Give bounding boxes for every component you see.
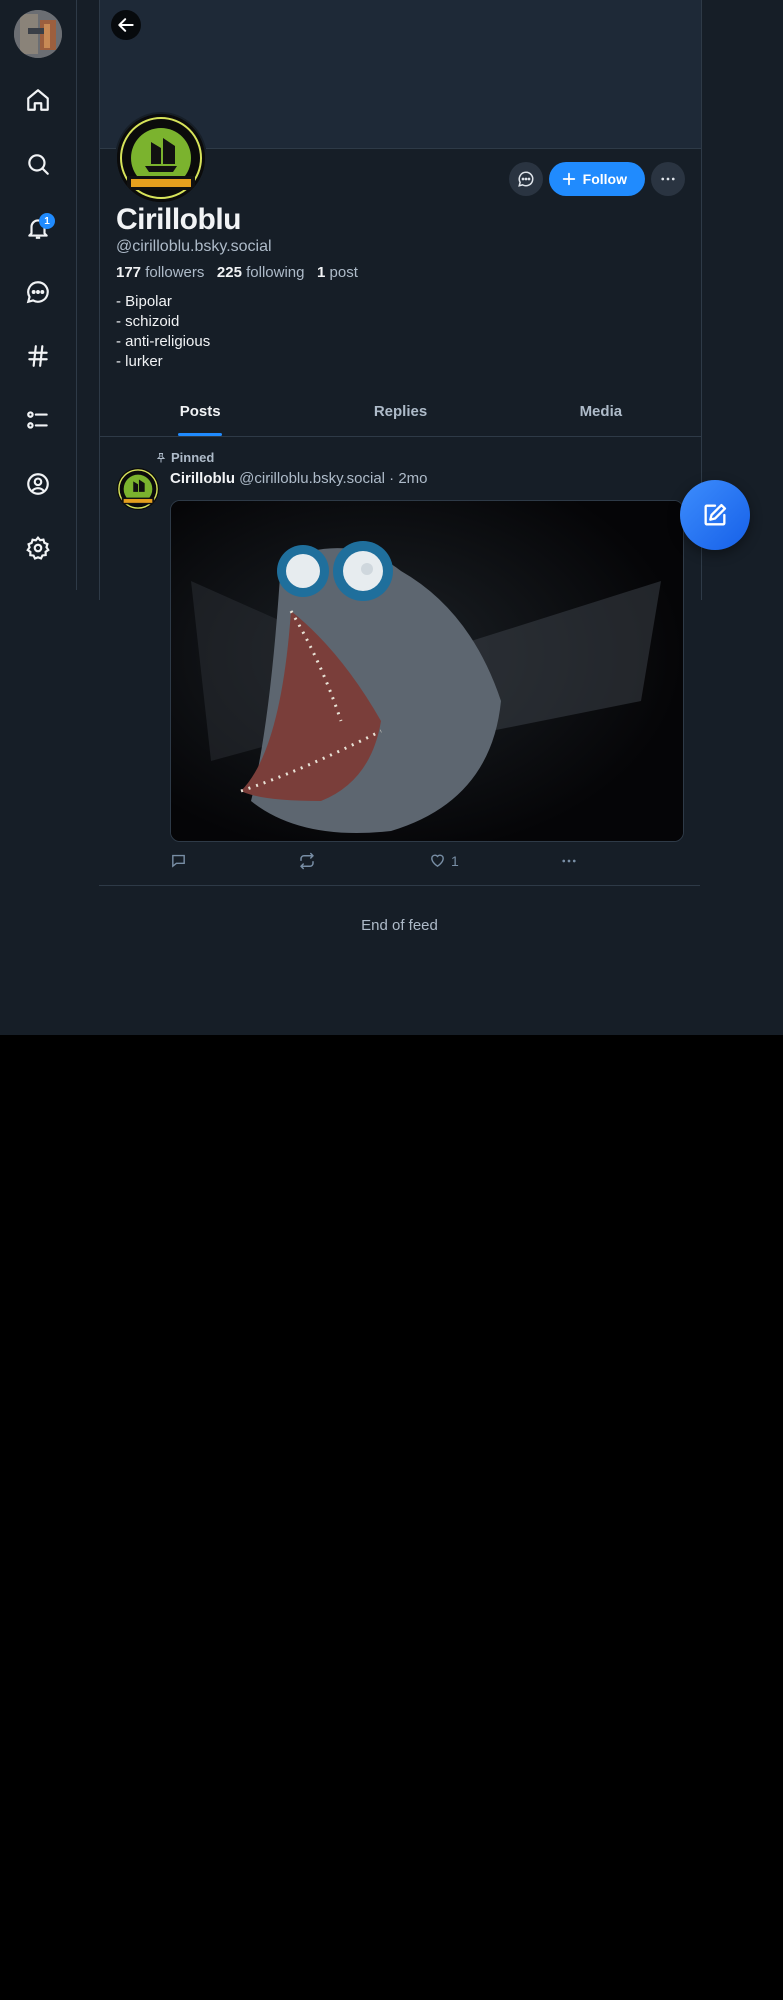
post-author-handle[interactable]: @cirilloblu.bsky.social (239, 470, 385, 487)
post-more-button[interactable] (560, 852, 578, 870)
pin-icon (156, 452, 166, 462)
post-separator: · (389, 470, 395, 487)
ellipsis-icon (562, 859, 576, 863)
followers-link[interactable]: 177 followers (116, 264, 204, 281)
current-user-avatar[interactable] (14, 10, 62, 58)
chat-icon[interactable] (20, 274, 56, 310)
tab-media[interactable]: Media (501, 393, 701, 436)
profile-actions: Follow (508, 162, 685, 196)
repost-icon (300, 852, 314, 870)
back-button[interactable] (111, 10, 141, 40)
app-window: 1 Follow Cirilloblu @cirilloblu.bsky.soc… (0, 0, 783, 1035)
follow-label: Follow (582, 171, 627, 187)
tab-posts[interactable]: Posts (100, 393, 300, 436)
repost-button[interactable] (298, 852, 316, 870)
following-label: following (246, 264, 305, 281)
profile-icon[interactable] (20, 466, 56, 502)
posts-label: post (329, 264, 358, 281)
list-icon[interactable] (20, 402, 56, 438)
like-count: 1 (451, 852, 459, 869)
pinned-label: Pinned (171, 450, 215, 465)
post-author-name[interactable]: Cirilloblu (170, 470, 235, 487)
compose-icon (704, 503, 727, 526)
pinned-indicator: Pinned (155, 450, 214, 465)
message-button[interactable] (508, 162, 543, 196)
arrow-left-icon (118, 18, 134, 32)
notification-badge: 1 (39, 213, 55, 229)
post-actions: 1 (170, 852, 590, 872)
search-icon[interactable] (20, 146, 56, 182)
profile-avatar[interactable] (115, 112, 207, 204)
followers-label: followers (145, 264, 205, 281)
end-of-feed: End of feed (361, 917, 438, 934)
left-nav: 1 (0, 0, 77, 590)
display-name: Cirilloblu (116, 203, 242, 236)
reply-button[interactable] (170, 852, 187, 869)
post-time[interactable]: 2mo (398, 470, 427, 487)
profile-stats: 177 followers 225 following 1 post (116, 264, 358, 281)
compose-button[interactable] (680, 480, 750, 550)
plus-icon (562, 172, 575, 186)
post-author-avatar[interactable] (117, 468, 159, 510)
chat-icon (517, 171, 534, 187)
reply-icon (172, 854, 185, 868)
following-count: 225 (216, 264, 242, 281)
profile-tabs: Posts Replies Media (100, 393, 701, 437)
handle: @cirilloblu.bsky.social (116, 238, 272, 255)
tab-replies[interactable]: Replies (300, 393, 500, 436)
posts-count: 1 (317, 264, 326, 281)
post-header: Cirilloblu @cirilloblu.bsky.social · 2mo (170, 470, 428, 487)
home-icon[interactable] (20, 82, 56, 118)
following-link[interactable]: 225 following (217, 264, 305, 281)
post-image[interactable] (170, 500, 684, 842)
posts-stat: 1 post (317, 264, 358, 281)
like-button[interactable]: 1 (429, 852, 459, 869)
followers-count: 177 (116, 264, 142, 281)
heart-icon (431, 854, 444, 868)
more-options-button[interactable] (651, 162, 685, 196)
profile-bio: - Bipolar - schizoid - anti-religious - … (116, 293, 211, 370)
hashtag-icon[interactable] (20, 338, 56, 374)
gear-icon[interactable] (20, 530, 56, 566)
bell-icon[interactable]: 1 (20, 210, 56, 246)
ellipsis-icon (661, 177, 675, 181)
follow-button[interactable]: Follow (548, 162, 645, 196)
feed-post[interactable]: Pinned Cirilloblu @cirilloblu.bsky.socia… (99, 444, 700, 886)
